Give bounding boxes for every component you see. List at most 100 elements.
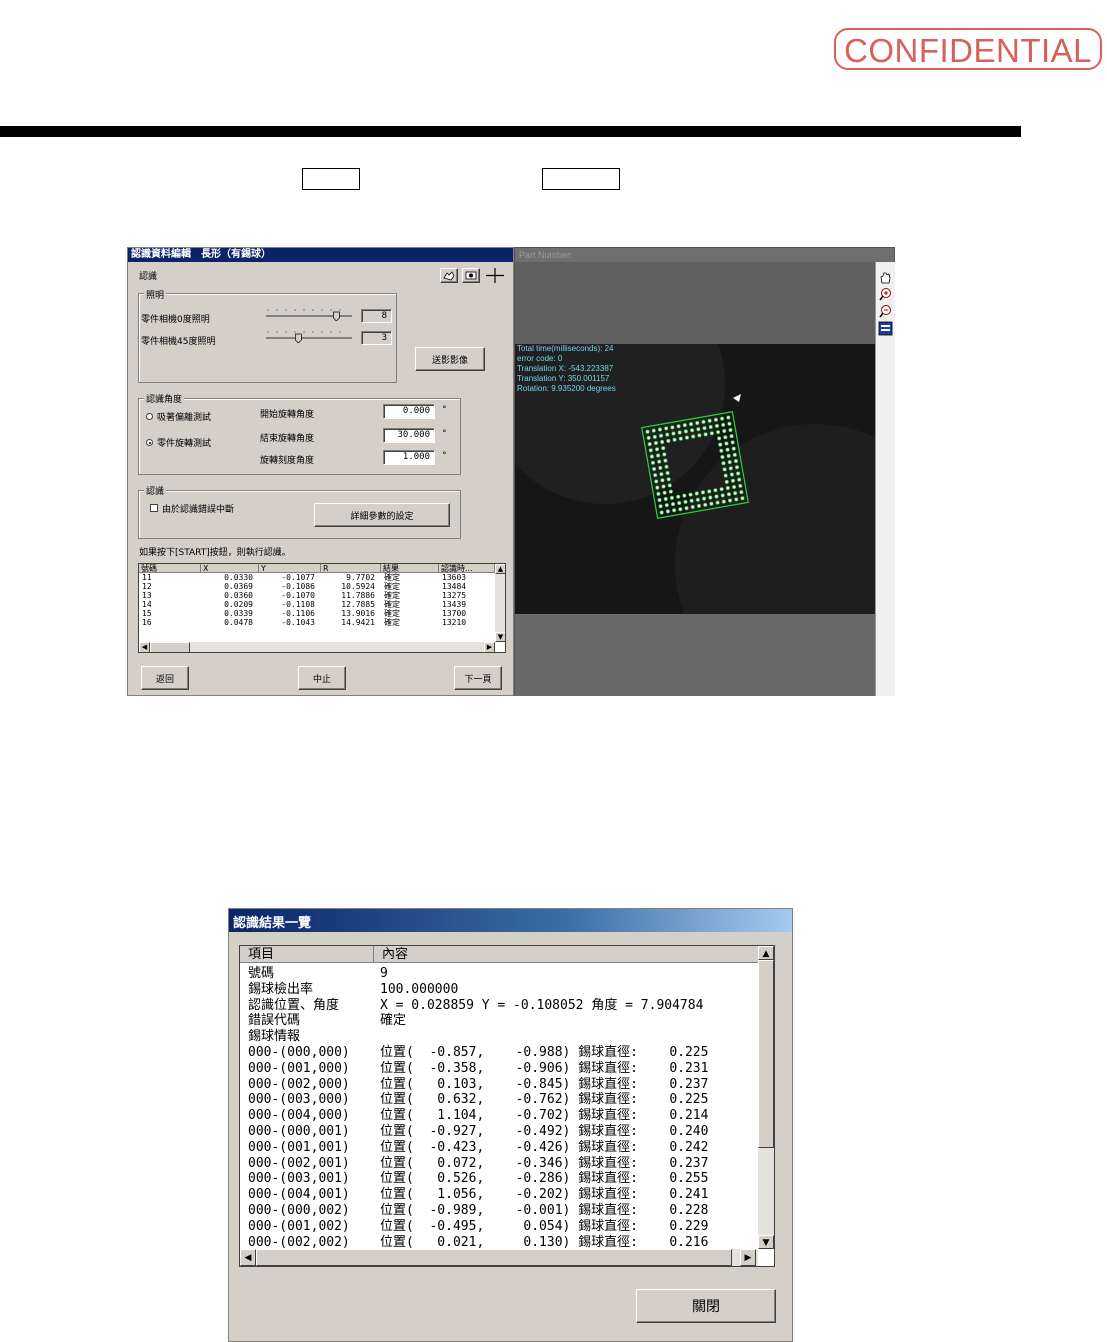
solder-ball bbox=[713, 488, 718, 493]
scroll-up-icon[interactable]: ▲ bbox=[495, 564, 505, 574]
solder-ball bbox=[718, 442, 723, 447]
zoom-in-icon[interactable] bbox=[878, 287, 893, 302]
result-row[interactable]: 000-(000,002) 位置( -0.989, -0.001) 錫球直徑: 0… bbox=[248, 1203, 758, 1219]
viewer-title: Part Number: bbox=[519, 250, 573, 260]
grid-col-time[interactable]: 認識時... bbox=[439, 564, 495, 573]
result-vscroll-thumb[interactable] bbox=[758, 960, 774, 1148]
result-scroll-up-icon[interactable]: ▲ bbox=[758, 946, 774, 960]
solder-ball bbox=[665, 471, 670, 476]
result-scroll-left-icon[interactable]: ◀ bbox=[240, 1249, 256, 1266]
key-box-2 bbox=[542, 168, 620, 190]
solder-ball bbox=[707, 418, 712, 423]
solder-ball bbox=[688, 492, 693, 497]
zoom-out-icon[interactable] bbox=[878, 304, 893, 319]
grid-row[interactable]: 16 0.0478 -0.1043 14.9421 確定 13210 bbox=[139, 618, 505, 627]
end-angle-input[interactable]: 30.000 bbox=[383, 428, 435, 443]
scroll-down-icon[interactable]: ▼ bbox=[495, 632, 505, 642]
solder-ball bbox=[672, 437, 677, 442]
solder-ball bbox=[682, 493, 687, 498]
result-scroll-down-icon[interactable]: ▼ bbox=[758, 1235, 774, 1249]
result-row[interactable]: 認識位置、角度 X = 0.028859 Y = -0.108052 角度 = 7… bbox=[248, 998, 758, 1014]
solder-ball bbox=[721, 461, 726, 466]
result-row[interactable]: 000-(002,002) 位置( 0.021, 0.130) 錫球直徑: 0.2… bbox=[248, 1235, 758, 1251]
hand-icon[interactable] bbox=[440, 268, 458, 283]
result-row[interactable]: 000-(004,001) 位置( 1.056, -0.202) 錫球直徑: 0.… bbox=[248, 1187, 758, 1203]
radio-rotation-test[interactable] bbox=[146, 439, 153, 446]
result-hscroll-thumb[interactable] bbox=[256, 1249, 732, 1266]
step-angle-unit: ° bbox=[442, 451, 447, 461]
grid-row[interactable]: 14 0.0209 -0.1108 12.7885 確定 13439 bbox=[139, 600, 505, 609]
hscroll-thumb[interactable] bbox=[150, 642, 190, 652]
header-rule bbox=[0, 126, 1021, 137]
result-item-cell: 錯誤代碼 bbox=[248, 1013, 301, 1029]
result-row[interactable]: 000-(003,001) 位置( 0.526, -0.286) 錫球直徑: 0.… bbox=[248, 1171, 758, 1187]
grid-row[interactable]: 12 0.0369 -0.1086 10.5924 確定 13484 bbox=[139, 582, 505, 591]
fit-icon[interactable] bbox=[878, 321, 893, 336]
result-col-content[interactable]: 內容 bbox=[374, 946, 758, 963]
crosshair-icon[interactable] bbox=[486, 268, 504, 283]
scroll-right-icon[interactable]: ▶ bbox=[484, 642, 495, 652]
next-page-button[interactable]: 下一頁 bbox=[454, 666, 502, 690]
grid-cell: 13 bbox=[142, 591, 152, 600]
grid-vscrollbar[interactable]: ▲ ▼ bbox=[495, 564, 505, 642]
result-row[interactable]: 000-(000,000) 位置( -0.857, -0.988) 錫球直徑: 0… bbox=[248, 1045, 758, 1061]
result-row[interactable]: 錫球檢出率 100.000000 bbox=[248, 982, 758, 998]
stop-on-error-checkbox[interactable] bbox=[150, 504, 158, 512]
grid-col-number[interactable]: 號碼 bbox=[139, 564, 201, 573]
solder-ball bbox=[657, 498, 662, 503]
grid-row[interactable]: 13 0.0360 -0.1070 11.7886 確定 13275 bbox=[139, 591, 505, 600]
solder-ball bbox=[738, 483, 743, 488]
stop-button[interactable]: 中止 bbox=[298, 666, 346, 690]
lighting-45deg-slider[interactable] bbox=[266, 328, 354, 344]
result-content-cell: 位置( -0.358, -0.906) 錫球直徑: 0.231 bbox=[380, 1060, 709, 1076]
close-button[interactable]: 關閉 bbox=[636, 1289, 776, 1323]
result-scroll-right-icon[interactable]: ▶ bbox=[740, 1249, 756, 1266]
grid-row[interactable]: 11 0.0330 -0.1077 9.7702 確定 13603 bbox=[139, 573, 505, 582]
result-content-cell: 位置( 0.072, -0.346) 錫球直徑: 0.237 bbox=[380, 1155, 709, 1171]
grid-col-r[interactable]: R bbox=[321, 564, 381, 573]
result-row[interactable]: 000-(001,001) 位置( -0.423, -0.426) 錫球直徑: 0… bbox=[248, 1140, 758, 1156]
lighting-0deg-slider[interactable] bbox=[266, 306, 354, 322]
result-hscrollbar[interactable]: ◀ ▶ bbox=[240, 1249, 758, 1266]
solder-ball bbox=[667, 483, 672, 488]
grid-hscrollbar[interactable]: ◀ ▶ bbox=[139, 642, 495, 652]
solder-ball bbox=[666, 477, 671, 482]
result-row[interactable]: 錫球情報 bbox=[248, 1029, 758, 1045]
result-row[interactable]: 000-(001,002) 位置( -0.495, 0.054) 錫球直徑: 0.… bbox=[248, 1219, 758, 1235]
scroll-left-icon[interactable]: ◀ bbox=[139, 642, 150, 652]
result-vscrollbar[interactable]: ▲ ▼ bbox=[758, 946, 774, 1249]
solder-ball bbox=[696, 503, 701, 508]
camera-image: Total time(milliseconds): 24 error code:… bbox=[515, 344, 875, 614]
result-row[interactable]: 000-(000,001) 位置( -0.927, -0.492) 錫球直徑: 0… bbox=[248, 1124, 758, 1140]
result-row[interactable]: 000-(002,001) 位置( 0.072, -0.346) 錫球直徑: 0.… bbox=[248, 1156, 758, 1172]
result-row[interactable]: 000-(001,000) 位置( -0.358, -0.906) 錫球直徑: 0… bbox=[248, 1061, 758, 1077]
hand-icon[interactable] bbox=[878, 270, 893, 285]
capture-image-button[interactable]: 送影影像 bbox=[415, 347, 485, 371]
radio-offset-test[interactable] bbox=[146, 413, 153, 420]
start-angle-unit: ° bbox=[442, 405, 447, 415]
result-row[interactable]: 000-(002,000) 位置( 0.103, -0.845) 錫球直徑: 0.… bbox=[248, 1077, 758, 1093]
grid-row[interactable]: 15 0.0339 -0.1106 13.9016 確定 13700 bbox=[139, 609, 505, 618]
section-label: 認識 bbox=[139, 272, 158, 282]
camera-icon[interactable] bbox=[462, 268, 480, 283]
end-angle-label: 結束旋轉角度 bbox=[260, 434, 315, 444]
recognition-edit-window: 認識資料編輯 長形（有錫球） 認識 照明 零件相機0度照明 8 零件相機45度照… bbox=[127, 247, 514, 696]
result-item-cell: 000-(004,000) bbox=[248, 1108, 350, 1124]
grid-col-y[interactable]: Y bbox=[259, 564, 321, 573]
solder-ball bbox=[714, 494, 719, 499]
result-row[interactable]: 錯誤代碼 確定 bbox=[248, 1013, 758, 1029]
grid-col-x[interactable]: X bbox=[201, 564, 259, 573]
origin-marker bbox=[733, 394, 741, 402]
result-row[interactable]: 000-(003,000) 位置( 0.632, -0.762) 錫球直徑: 0.… bbox=[248, 1092, 758, 1108]
start-angle-input[interactable]: 0.000 bbox=[383, 404, 435, 419]
detail-settings-button[interactable]: 詳細參數的設定 bbox=[314, 503, 450, 527]
result-col-item[interactable]: 項目 bbox=[240, 946, 374, 963]
solder-ball bbox=[728, 498, 733, 503]
grid-col-result[interactable]: 結果 bbox=[381, 564, 439, 573]
start-hint: 如果按下[START]按鈕，則執行認識。 bbox=[139, 548, 291, 558]
solder-ball bbox=[722, 467, 727, 472]
result-row[interactable]: 000-(004,000) 位置( 1.104, -0.702) 錫球直徑: 0.… bbox=[248, 1108, 758, 1124]
step-angle-input[interactable]: 1.000 bbox=[383, 450, 435, 465]
back-button[interactable]: 返回 bbox=[141, 666, 189, 690]
result-row[interactable]: 號碼 9 bbox=[248, 966, 758, 982]
